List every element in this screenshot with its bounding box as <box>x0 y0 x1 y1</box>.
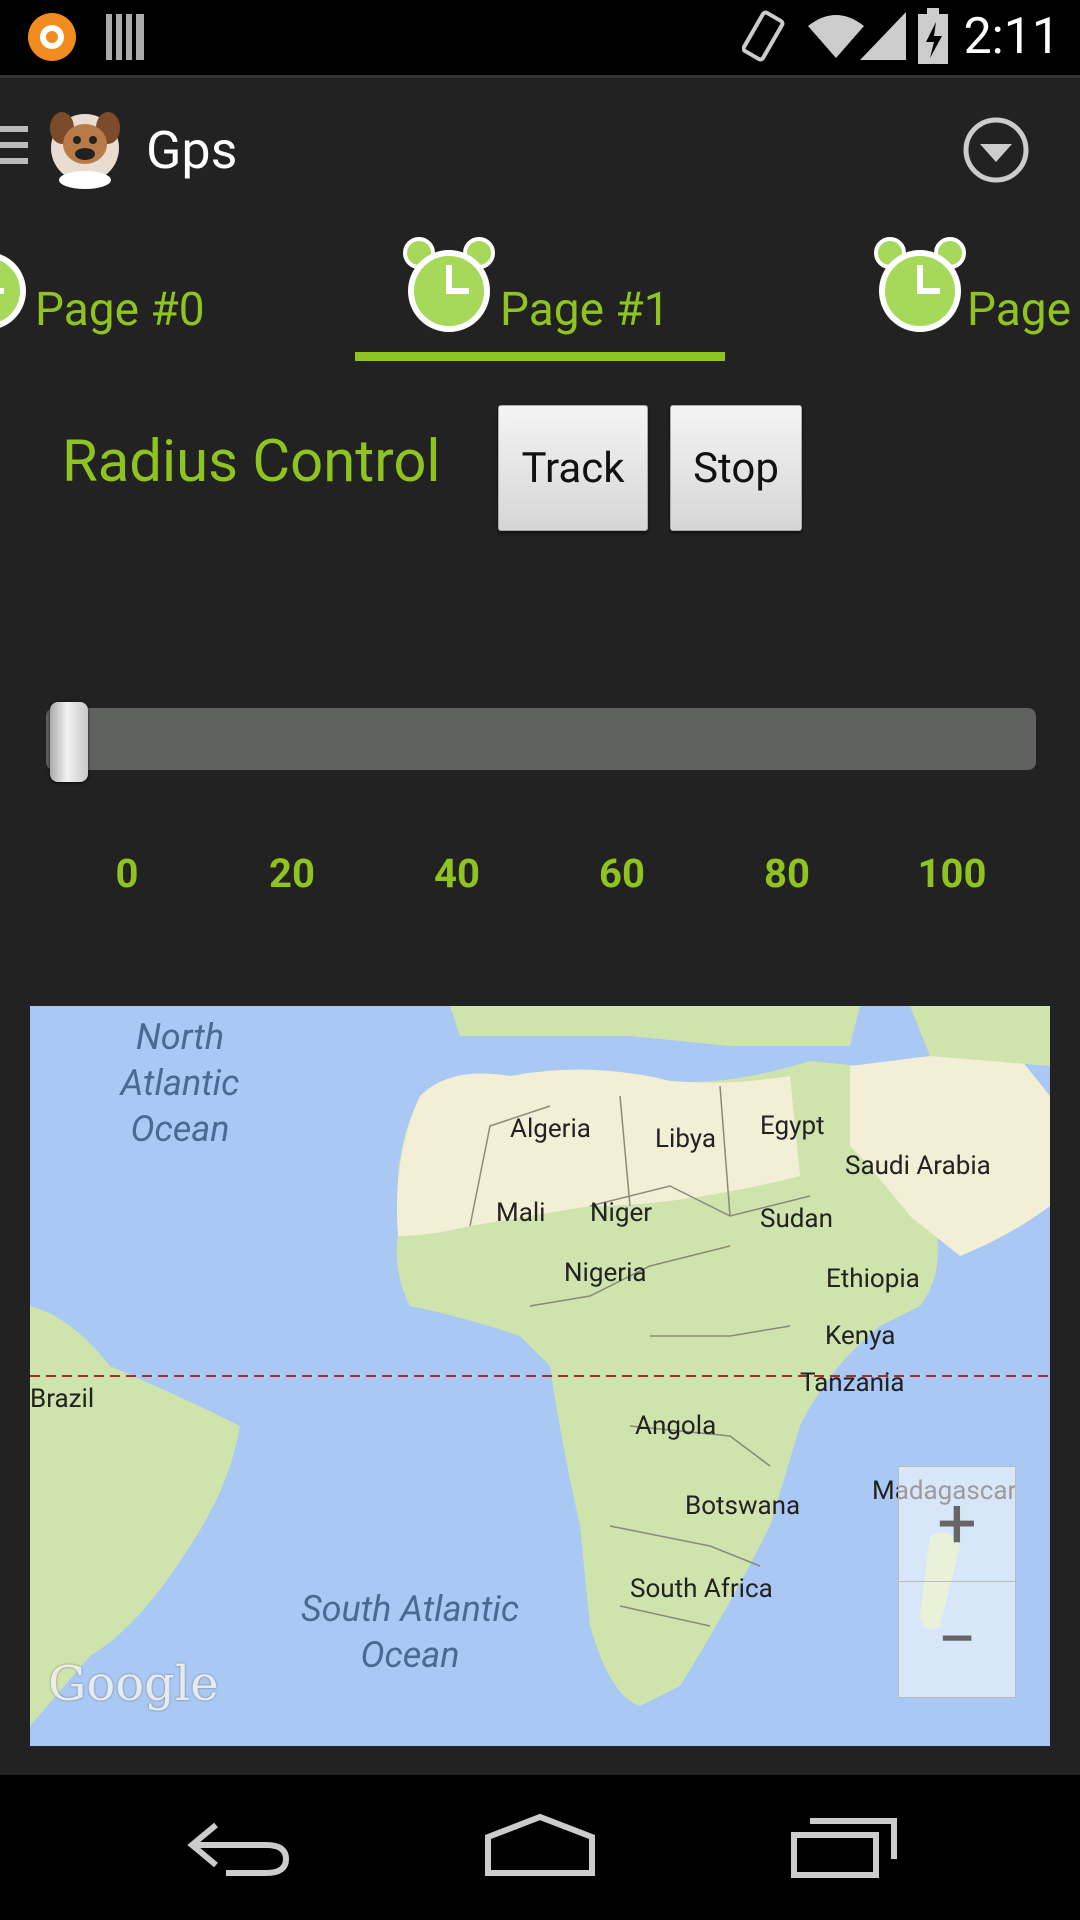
country-label: Angola <box>635 1411 717 1441</box>
alarm-clock-icon <box>403 237 495 332</box>
tab-page-2[interactable]: Page <box>860 215 1080 365</box>
dropdown-icon[interactable] <box>962 116 1030 184</box>
country-label: Algeria <box>510 1114 591 1144</box>
country-label: Brazil <box>30 1384 95 1414</box>
tick-label: 40 <box>434 850 480 897</box>
ocean-label: South Atlantic Ocean <box>290 1586 530 1678</box>
navigation-bar <box>0 1775 1080 1920</box>
radius-slider-track[interactable] <box>46 708 1036 770</box>
back-icon[interactable] <box>186 1817 292 1877</box>
tab-indicator <box>355 352 725 361</box>
bulldog-icon[interactable] <box>42 104 128 190</box>
zoom-out-button[interactable]: − <box>899 1583 1015 1697</box>
tick-label: 20 <box>269 850 315 897</box>
ocean-label-line: Ocean <box>130 1108 230 1150</box>
zoom-controls: + − <box>898 1466 1016 1698</box>
tick-label: 80 <box>764 850 810 897</box>
country-label: Libya <box>655 1124 717 1154</box>
tick-label: 60 <box>599 850 645 897</box>
country-label: Egypt <box>760 1111 825 1141</box>
country-label: Niger <box>590 1198 653 1228</box>
map-view[interactable]: North Atlantic Ocean South Atlantic Ocea… <box>30 1006 1050 1746</box>
status-time: 2:11 <box>963 8 1060 66</box>
country-label: Sudan <box>760 1204 833 1234</box>
signal-icon <box>860 12 906 60</box>
tab-label: Page #1 <box>500 283 670 337</box>
country-label: Botswana <box>685 1491 801 1521</box>
track-button[interactable]: Track <box>498 405 648 531</box>
zoom-in-button[interactable]: + <box>899 1467 1015 1582</box>
country-label: Tanzania <box>800 1368 905 1398</box>
ocean-label-line: North Atlantic <box>120 1016 240 1104</box>
app-title: Gps <box>146 120 238 181</box>
google-logo: Google <box>48 1656 219 1712</box>
menu-icon[interactable] <box>0 126 30 166</box>
recent-apps-icon[interactable] <box>790 1815 900 1879</box>
home-icon[interactable] <box>484 1813 596 1879</box>
battery-icon <box>918 8 948 64</box>
ocean-label-line: South Atlantic <box>300 1588 520 1630</box>
status-bar: 2:11 <box>0 0 1080 75</box>
tab-strip: Page #0 Page #1 Page <box>0 215 1080 365</box>
ocean-label-line: Ocean <box>360 1634 460 1676</box>
country-label: Ethiopia <box>826 1264 920 1294</box>
tab-page-0[interactable]: Page #0 <box>0 215 260 365</box>
stop-button[interactable]: Stop <box>670 405 802 531</box>
country-label: Nigeria <box>564 1258 647 1288</box>
alarm-clock-icon <box>874 237 966 332</box>
country-label: South Africa <box>630 1574 773 1604</box>
tab-page-1[interactable]: Page #1 <box>355 215 725 365</box>
tab-label: Page <box>967 283 1072 337</box>
tick-label: 0 <box>115 850 139 897</box>
vibrate-icon <box>742 10 785 62</box>
country-label: Kenya <box>825 1321 896 1351</box>
barcode-icon <box>106 14 144 60</box>
app-icon <box>28 13 76 61</box>
action-bar: Gps <box>0 75 1080 218</box>
country-label: Mali <box>496 1198 546 1228</box>
alarm-clock-icon <box>0 254 26 328</box>
tick-label: 100 <box>917 850 987 897</box>
wifi-icon <box>808 15 864 58</box>
radius-slider-thumb[interactable] <box>50 702 88 782</box>
country-label: Saudi Arabia <box>845 1151 991 1181</box>
radius-control-title: Radius Control <box>62 428 441 496</box>
slider-ticks: 0 20 40 60 80 100 <box>0 850 1080 900</box>
ocean-label: North Atlantic Ocean <box>80 1014 280 1152</box>
tab-label: Page #0 <box>35 283 205 337</box>
